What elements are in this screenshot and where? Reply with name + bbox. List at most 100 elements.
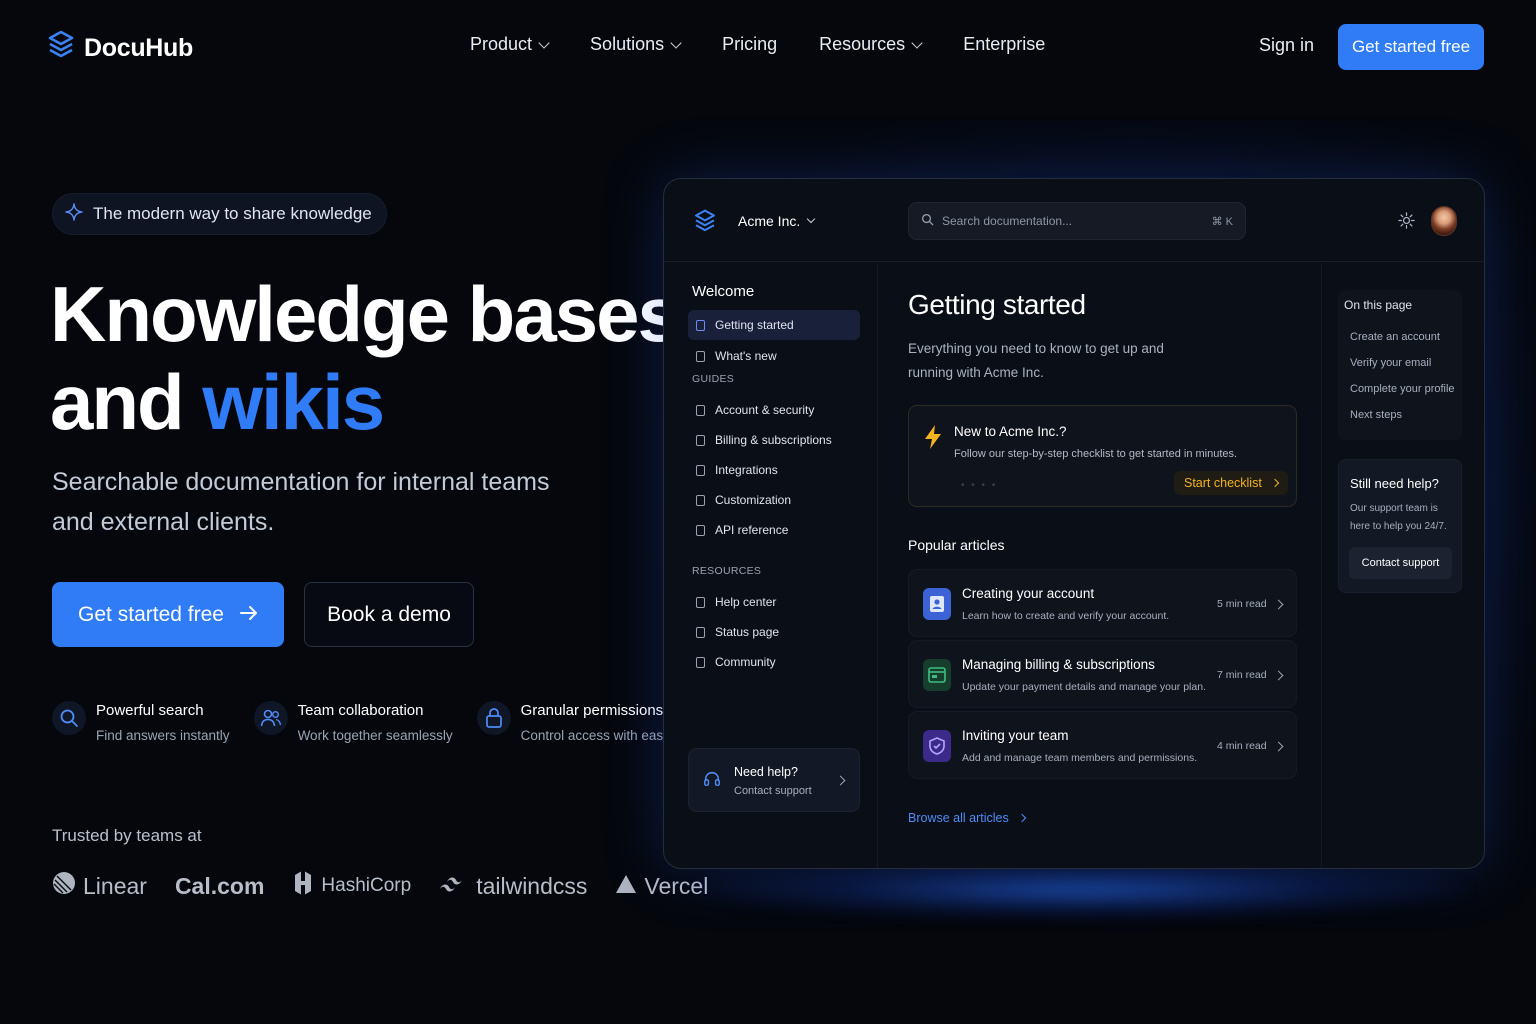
nav-resources[interactable]: Resources — [819, 34, 923, 55]
sidebar-item-whats-new[interactable]: What's new — [688, 341, 860, 371]
start-checklist-button[interactable]: Start checklist — [1174, 471, 1288, 495]
hero-title-accent: wikis — [202, 358, 385, 446]
sign-in-link[interactable]: Sign in — [1259, 35, 1314, 56]
feature-title: Team collaboration — [297, 702, 424, 719]
sidebar-item-help-center[interactable]: Help center — [688, 587, 860, 617]
article-title: Inviting your team — [962, 728, 1069, 743]
doc-icon — [696, 464, 705, 476]
get-started-hero-label: Get started free — [78, 602, 224, 626]
headset-icon — [703, 770, 721, 793]
toc-item[interactable]: Next steps — [1350, 409, 1402, 421]
brand-logo[interactable]: DocuHub — [48, 30, 193, 67]
sidebar-item-label: Integrations — [715, 463, 778, 477]
nav-product[interactable]: Product — [470, 34, 550, 55]
feature-desc: Work together seamlessly — [297, 728, 453, 743]
article-read-time: 7 min read — [1217, 669, 1267, 681]
chevron-down-icon — [807, 214, 816, 224]
article-desc: Learn how to create and verify your acco… — [962, 610, 1170, 622]
need-help-card[interactable]: Need help? Contact support — [688, 748, 860, 812]
toc-title: On this page — [1344, 298, 1413, 312]
top-nav: DocuHub Product Solutions Pricing Resour… — [0, 0, 1536, 96]
still-help-desc: Our support team is here to help you 24/… — [1350, 503, 1447, 532]
need-help-subtitle: Contact support — [734, 785, 812, 797]
sidebar-item-label: Customization — [715, 493, 792, 507]
theme-toggle-sun-icon[interactable] — [1398, 212, 1415, 234]
feature-desc: Find answers instantly — [96, 728, 230, 743]
sidebar-item-account-security[interactable]: Account & security — [688, 395, 860, 425]
nav-enterprise[interactable]: Enterprise — [963, 34, 1045, 55]
user-avatar[interactable] — [1431, 206, 1457, 236]
users-icon — [253, 701, 288, 735]
toc-item[interactable]: Complete your profile — [1350, 383, 1455, 395]
sidebar-item-label: What's new — [715, 349, 777, 363]
get-started-nav-button[interactable]: Get started free — [1338, 24, 1484, 70]
docuhub-logo-icon — [694, 209, 716, 240]
get-started-hero-button[interactable]: Get started free — [52, 582, 284, 647]
lock-icon — [476, 701, 511, 735]
sidebar-item-customization[interactable]: Customization — [688, 485, 860, 515]
doc-icon — [696, 494, 705, 506]
start-checklist-label: Start checklist — [1184, 476, 1262, 490]
browse-all-articles-link[interactable]: Browse all articles — [908, 811, 1026, 825]
nav-resources-label: Resources — [819, 34, 906, 54]
toc-item[interactable]: Verify your email — [1350, 357, 1431, 369]
article-read-time: 4 min read — [1217, 740, 1267, 752]
page-description: Everything you need to know to get up an… — [908, 341, 1164, 380]
tailwind-logo-icon — [439, 873, 469, 900]
sparkle-icon — [65, 202, 83, 226]
billing-icon — [923, 659, 951, 691]
nav-solutions[interactable]: Solutions — [590, 34, 682, 55]
sidebar-item-getting-started[interactable]: Getting started — [688, 310, 860, 340]
book-demo-button[interactable]: Book a demo — [304, 582, 474, 647]
hashicorp-logo-icon — [292, 870, 314, 902]
sidebar-item-label: Community — [715, 655, 776, 669]
lightning-icon — [923, 424, 943, 455]
chevron-down-icon — [911, 36, 923, 49]
search-shortcut: ⌘ K — [1211, 215, 1233, 228]
hero-title: Knowledge bases and wikis — [50, 270, 681, 446]
hero-badge-text: The modern way to share knowledge — [93, 204, 372, 223]
logo-calcom: Cal.com — [175, 873, 264, 900]
on-this-page: On this page Create an account Verify yo… — [1338, 290, 1462, 440]
sidebar-item-billing[interactable]: Billing & subscriptions — [688, 425, 860, 455]
doc-icon — [696, 524, 705, 536]
org-name: Acme Inc. — [738, 213, 801, 229]
sidebar-section-guides: GUIDES — [692, 373, 735, 385]
contact-support-button[interactable]: Contact support — [1349, 547, 1452, 579]
feature-desc: Control access with ease — [520, 728, 671, 743]
sidebar-item-integrations[interactable]: Integrations — [688, 455, 860, 485]
sidebar-item-status-page[interactable]: Status page — [688, 617, 860, 647]
callout-desc: Follow our step-by-step checklist to get… — [954, 448, 1238, 460]
sidebar-item-label: Billing & subscriptions — [715, 433, 832, 447]
sidebar-item-api-reference[interactable]: API reference — [688, 515, 860, 545]
chevron-right-icon — [1017, 813, 1026, 823]
logo-vercel: Vercel — [615, 873, 708, 900]
nav-pricing[interactable]: Pricing — [722, 34, 777, 55]
sidebar-item-label: API reference — [715, 523, 789, 537]
docs-main-content: Getting started Everything you need to k… — [879, 263, 1321, 868]
sidebar-item-label: Help center — [715, 595, 777, 609]
article-card[interactable]: Managing billing & subscriptions Update … — [908, 640, 1297, 708]
logo-tailwind-text: tailwindcss — [476, 872, 588, 899]
docuhub-logo-icon — [48, 30, 74, 67]
article-read-time: 5 min read — [1217, 598, 1267, 610]
callout-decoration: • • • • — [961, 480, 998, 491]
org-switcher[interactable]: Acme Inc. — [738, 213, 816, 229]
search-icon — [52, 701, 86, 735]
article-card[interactable]: Creating your account Learn how to creat… — [908, 569, 1297, 637]
logo-linear-text: Linear — [83, 872, 147, 899]
toc-item[interactable]: Create an account — [1350, 331, 1440, 343]
logo-hashicorp: HashiCorp — [292, 870, 411, 902]
sidebar-item-label: Getting started — [715, 318, 794, 332]
mockup-underglow — [690, 860, 1470, 920]
sidebar-item-community[interactable]: Community — [688, 647, 860, 677]
article-card[interactable]: Inviting your team Add and manage team m… — [908, 711, 1297, 779]
feature-permissions: Granular permissions Control access with… — [476, 697, 671, 743]
doc-icon — [696, 434, 705, 446]
arrow-right-icon — [239, 603, 258, 627]
docs-search-input[interactable]: Search documentation... ⌘ K — [908, 202, 1246, 240]
doc-icon — [696, 596, 705, 608]
logo-tailwind: tailwindcss — [439, 873, 587, 900]
logo-vercel-text: Vercel — [644, 872, 709, 899]
doc-icon — [696, 404, 705, 416]
